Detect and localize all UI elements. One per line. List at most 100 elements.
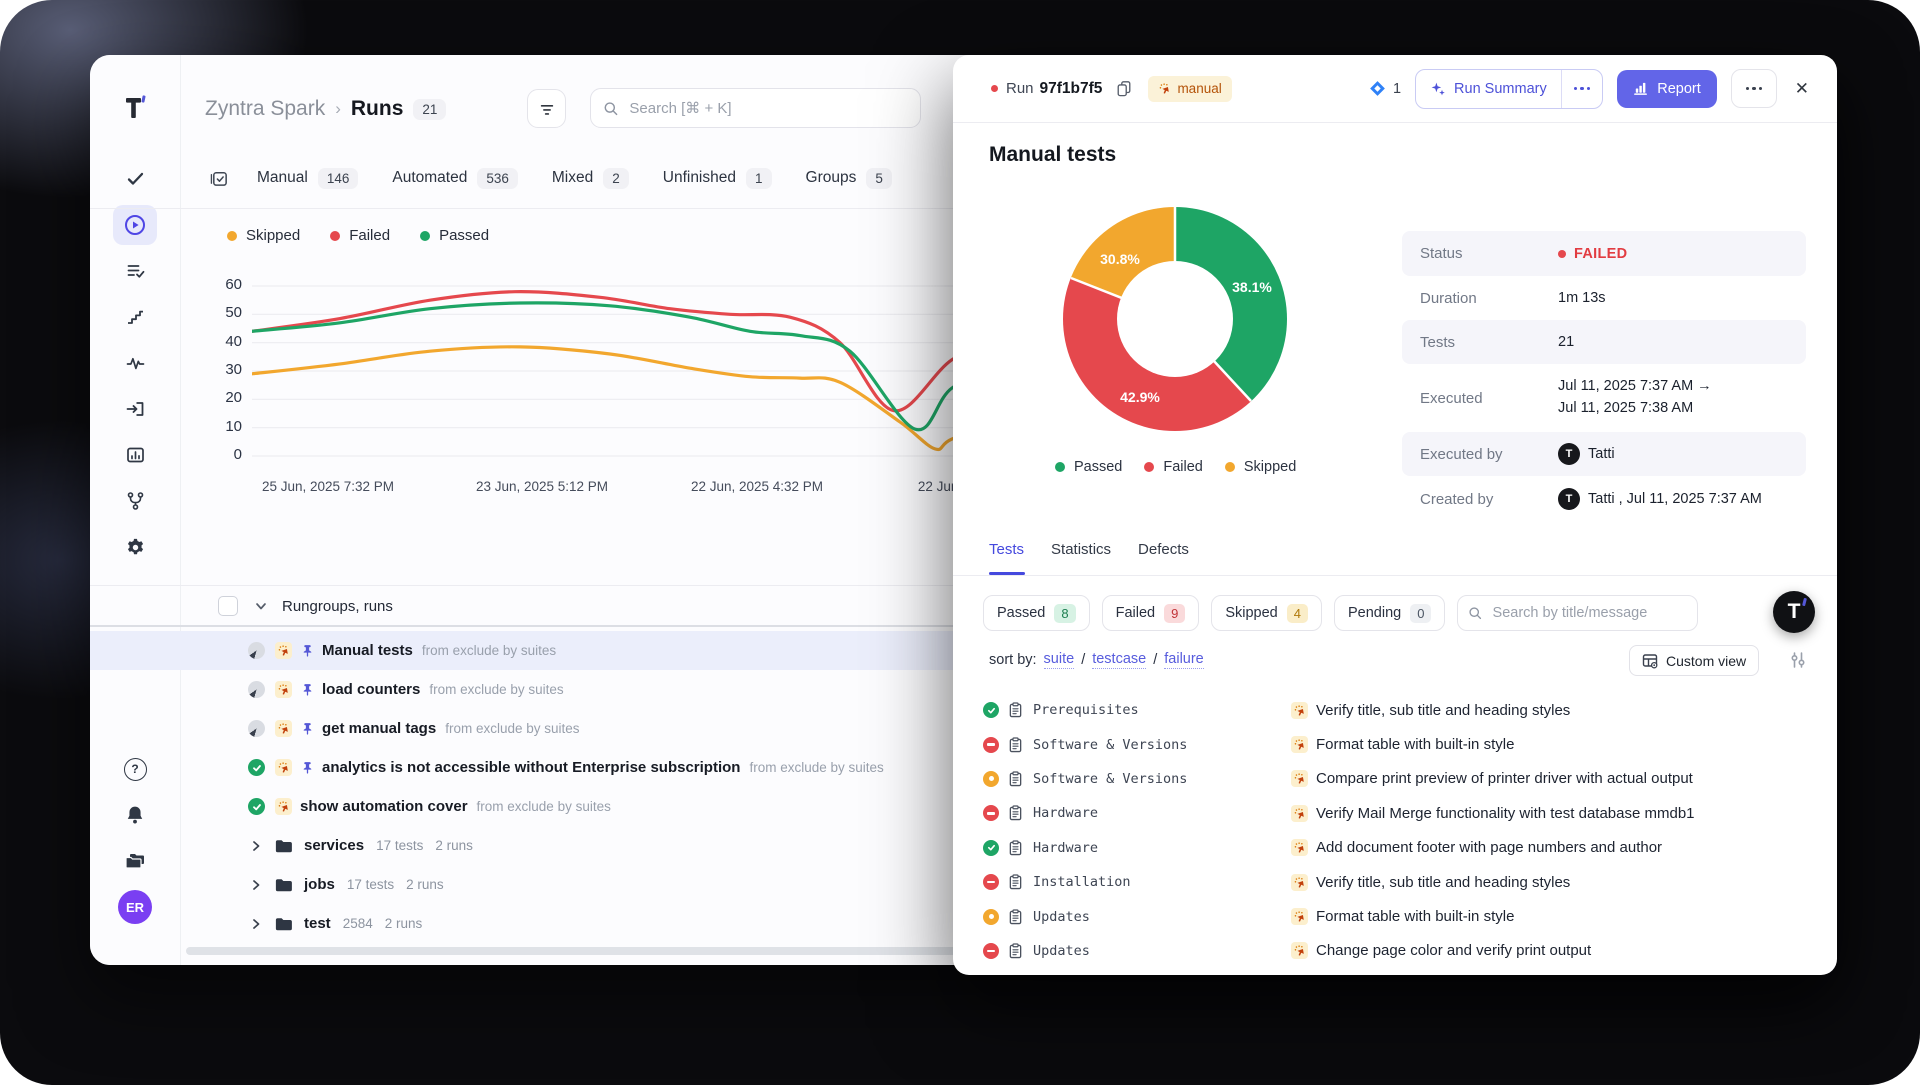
chevron-right-icon[interactable] — [250, 879, 262, 891]
sort-by-failure[interactable]: failure — [1164, 651, 1204, 669]
gear-icon — [125, 537, 146, 558]
panel-header: Run 97f1b7f5 manual 1 — [953, 55, 1837, 123]
manual-test-icon — [1291, 805, 1308, 822]
filter-passed[interactable]: Passed8 — [983, 595, 1090, 631]
pin-icon — [301, 761, 314, 774]
run-type-badge[interactable]: manual — [1148, 76, 1231, 102]
test-row[interactable]: UpdatesChange page color and verify prin… — [953, 934, 1837, 968]
skipped-status-icon — [983, 909, 999, 925]
test-row[interactable]: InstallationVerify title, sub title and … — [953, 865, 1837, 899]
tab-label: Mixed — [552, 169, 593, 187]
sidebar-item-test-plans[interactable] — [113, 251, 157, 291]
chevron-down-icon[interactable] — [254, 599, 268, 613]
test-row[interactable]: Software & VersionsCompare print preview… — [953, 762, 1837, 796]
skipped-dot — [1225, 462, 1235, 472]
tab-label: Automated — [392, 169, 467, 187]
tab-statistics[interactable]: Statistics — [1051, 541, 1111, 572]
run-note: from exclude by suites — [477, 799, 611, 814]
legend-item-passed[interactable]: Passed — [420, 227, 489, 244]
legend-item-failed[interactable]: Failed — [1144, 459, 1203, 475]
donut-hole — [1117, 261, 1233, 377]
filter-button[interactable] — [527, 89, 566, 128]
view-options-icon[interactable] — [1789, 651, 1807, 669]
tab-count: 146 — [318, 168, 359, 189]
app-logo[interactable] — [118, 91, 152, 125]
failed-dot — [1558, 250, 1566, 258]
passed-dot — [1055, 462, 1065, 472]
test-row[interactable]: PrerequisitesVerify title, sub title and… — [953, 693, 1837, 727]
chevron-right-icon[interactable] — [250, 840, 262, 852]
detail-row-created-by: Created by TTatti , Jul 11, 2025 7:37 AM — [1402, 476, 1806, 522]
y-tick: 30 — [190, 361, 242, 378]
run-summary-label: Run Summary — [1454, 81, 1547, 97]
failed-dot — [1144, 462, 1154, 472]
tests-search[interactable] — [1457, 595, 1698, 631]
failed-status-icon — [983, 805, 999, 821]
import-icon — [125, 399, 146, 419]
test-suite-cell: Software & Versions — [983, 771, 1291, 787]
copy-run-id-button[interactable] — [1116, 80, 1132, 97]
tab-manual[interactable]: Manual 146 — [257, 168, 358, 189]
sidebar-item-runs[interactable] — [113, 205, 157, 245]
sort-by-suite[interactable]: suite — [1044, 651, 1075, 669]
sidebar-item-steps[interactable] — [113, 297, 157, 337]
stairs-icon — [125, 307, 146, 327]
test-row[interactable]: UpdatesFormat table with built-in style — [953, 899, 1837, 933]
tab-mixed[interactable]: Mixed 2 — [552, 168, 629, 189]
custom-view-button[interactable]: Custom view — [1629, 645, 1759, 676]
test-row[interactable]: HardwareVerify Mail Merge functionality … — [953, 796, 1837, 830]
manual-run-icon — [275, 798, 292, 815]
folder-name: jobs — [304, 876, 335, 893]
close-icon[interactable]: ✕ — [1795, 79, 1809, 99]
panel-more-button[interactable] — [1731, 69, 1777, 108]
sidebar-item-analytics[interactable] — [113, 435, 157, 475]
support-widget-button[interactable]: T — [1773, 591, 1815, 633]
filter-pending[interactable]: Pending0 — [1334, 595, 1445, 631]
sidebar-item-branches[interactable] — [113, 481, 157, 521]
clipboard-icon — [1008, 943, 1023, 959]
select-all-checkbox[interactable] — [218, 596, 238, 616]
legend-item-skipped[interactable]: Skipped — [1225, 459, 1296, 475]
sidebar-item-settings[interactable] — [113, 527, 157, 567]
global-search[interactable] — [590, 88, 921, 128]
tab-groups[interactable]: Groups 5 — [806, 168, 892, 189]
folder-icon — [274, 916, 292, 932]
tab-tests[interactable]: Tests — [989, 541, 1024, 572]
test-row[interactable]: HardwareAdd document footer with page nu… — [953, 831, 1837, 865]
test-title: Add document footer with page numbers an… — [1316, 839, 1662, 856]
tests-search-input[interactable] — [1491, 604, 1688, 622]
report-button[interactable]: Report — [1617, 70, 1717, 108]
test-row[interactable]: Software & VersionsFormat table with bui… — [953, 727, 1837, 761]
chip-label: Skipped — [1225, 605, 1277, 621]
legend-item-skipped[interactable]: Skipped — [227, 227, 300, 244]
x-tick: 25 Jun, 2025 7:32 PM — [262, 479, 394, 494]
folder-runs-count: 2 runs — [385, 916, 423, 931]
status-filter-chips: Passed8 Failed9 Skipped4 Pending0 — [983, 595, 1698, 631]
filter-failed[interactable]: Failed9 — [1102, 595, 1200, 631]
executed-by-value: Tatti — [1588, 446, 1615, 462]
sidebar-item-tests[interactable] — [113, 159, 157, 199]
search-icon — [603, 100, 618, 117]
breadcrumb-project[interactable]: Zyntra Spark — [205, 97, 325, 121]
run-summary-more-button[interactable] — [1561, 70, 1603, 108]
tab-automated[interactable]: Automated 536 — [392, 168, 518, 189]
executed-to: Jul 11, 2025 7:38 AM — [1558, 398, 1712, 420]
tab-defects[interactable]: Defects — [1138, 541, 1189, 572]
sidebar-item-pulse[interactable] — [113, 343, 157, 383]
manual-run-icon — [275, 759, 292, 776]
y-tick: 40 — [190, 333, 242, 350]
tab-unfinished[interactable]: Unfinished 1 — [663, 168, 772, 189]
executed-from: Jul 11, 2025 7:37 AM → — [1558, 376, 1712, 398]
sidebar-item-import[interactable] — [113, 389, 157, 429]
legend-item-failed[interactable]: Failed — [330, 227, 390, 244]
run-summary-button[interactable]: Run Summary — [1416, 70, 1561, 108]
linked-issue[interactable]: 1 — [1369, 80, 1401, 97]
select-all-icon[interactable] — [210, 169, 229, 188]
manual-test-icon — [1291, 839, 1308, 856]
filter-skipped[interactable]: Skipped4 — [1211, 595, 1322, 631]
search-input[interactable] — [627, 99, 908, 118]
sort-by-testcase[interactable]: testcase — [1092, 651, 1146, 669]
more-icon — [1574, 87, 1591, 91]
legend-item-passed[interactable]: Passed — [1055, 459, 1122, 475]
chevron-right-icon[interactable] — [250, 918, 262, 930]
